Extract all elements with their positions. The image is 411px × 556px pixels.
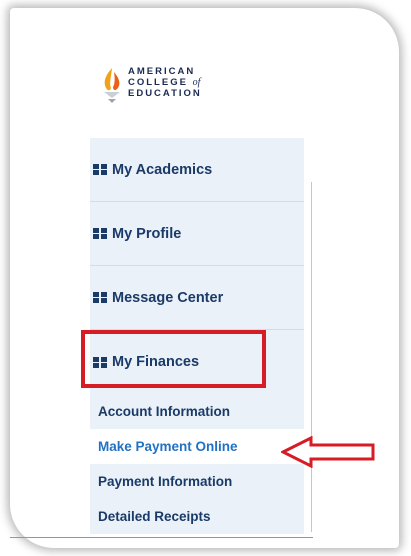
logo-line-college: COLLEGE of <box>128 77 248 88</box>
torch-logo-icon <box>104 68 120 103</box>
submenu-make-payment-online[interactable]: Make Payment Online <box>90 429 304 464</box>
red-arrow-icon <box>281 436 375 468</box>
nav-item-my-academics[interactable]: My Academics <box>90 138 304 202</box>
nav-item-label: Message Center <box>112 289 224 306</box>
grid-icon <box>93 292 107 303</box>
nav-item-label: My Profile <box>112 225 182 242</box>
content-divider <box>311 182 312 532</box>
submenu-payment-information[interactable]: Payment Information <box>90 464 304 499</box>
submenu-account-information[interactable]: Account Information <box>90 394 304 429</box>
grid-icon <box>93 228 107 239</box>
logo-of-text: of <box>192 77 201 88</box>
logo-line-american: AMERICAN <box>128 66 196 77</box>
bottom-divider <box>10 537 313 538</box>
submenu-detailed-receipts[interactable]: Detailed Receipts <box>90 499 304 534</box>
finances-submenu: Account Information Make Payment Online … <box>90 394 304 534</box>
nav-item-label: My Academics <box>112 161 213 178</box>
logo-wordmark: AMERICAN COLLEGE of EDUCATION <box>128 66 248 99</box>
grid-icon <box>93 164 107 175</box>
nav-item-message-center[interactable]: Message Center <box>90 266 304 330</box>
red-highlight-box <box>81 330 266 388</box>
nav-item-my-profile[interactable]: My Profile <box>90 202 304 266</box>
logo-college-text: COLLEGE <box>128 77 188 88</box>
logo-line-education: EDUCATION <box>128 88 202 99</box>
